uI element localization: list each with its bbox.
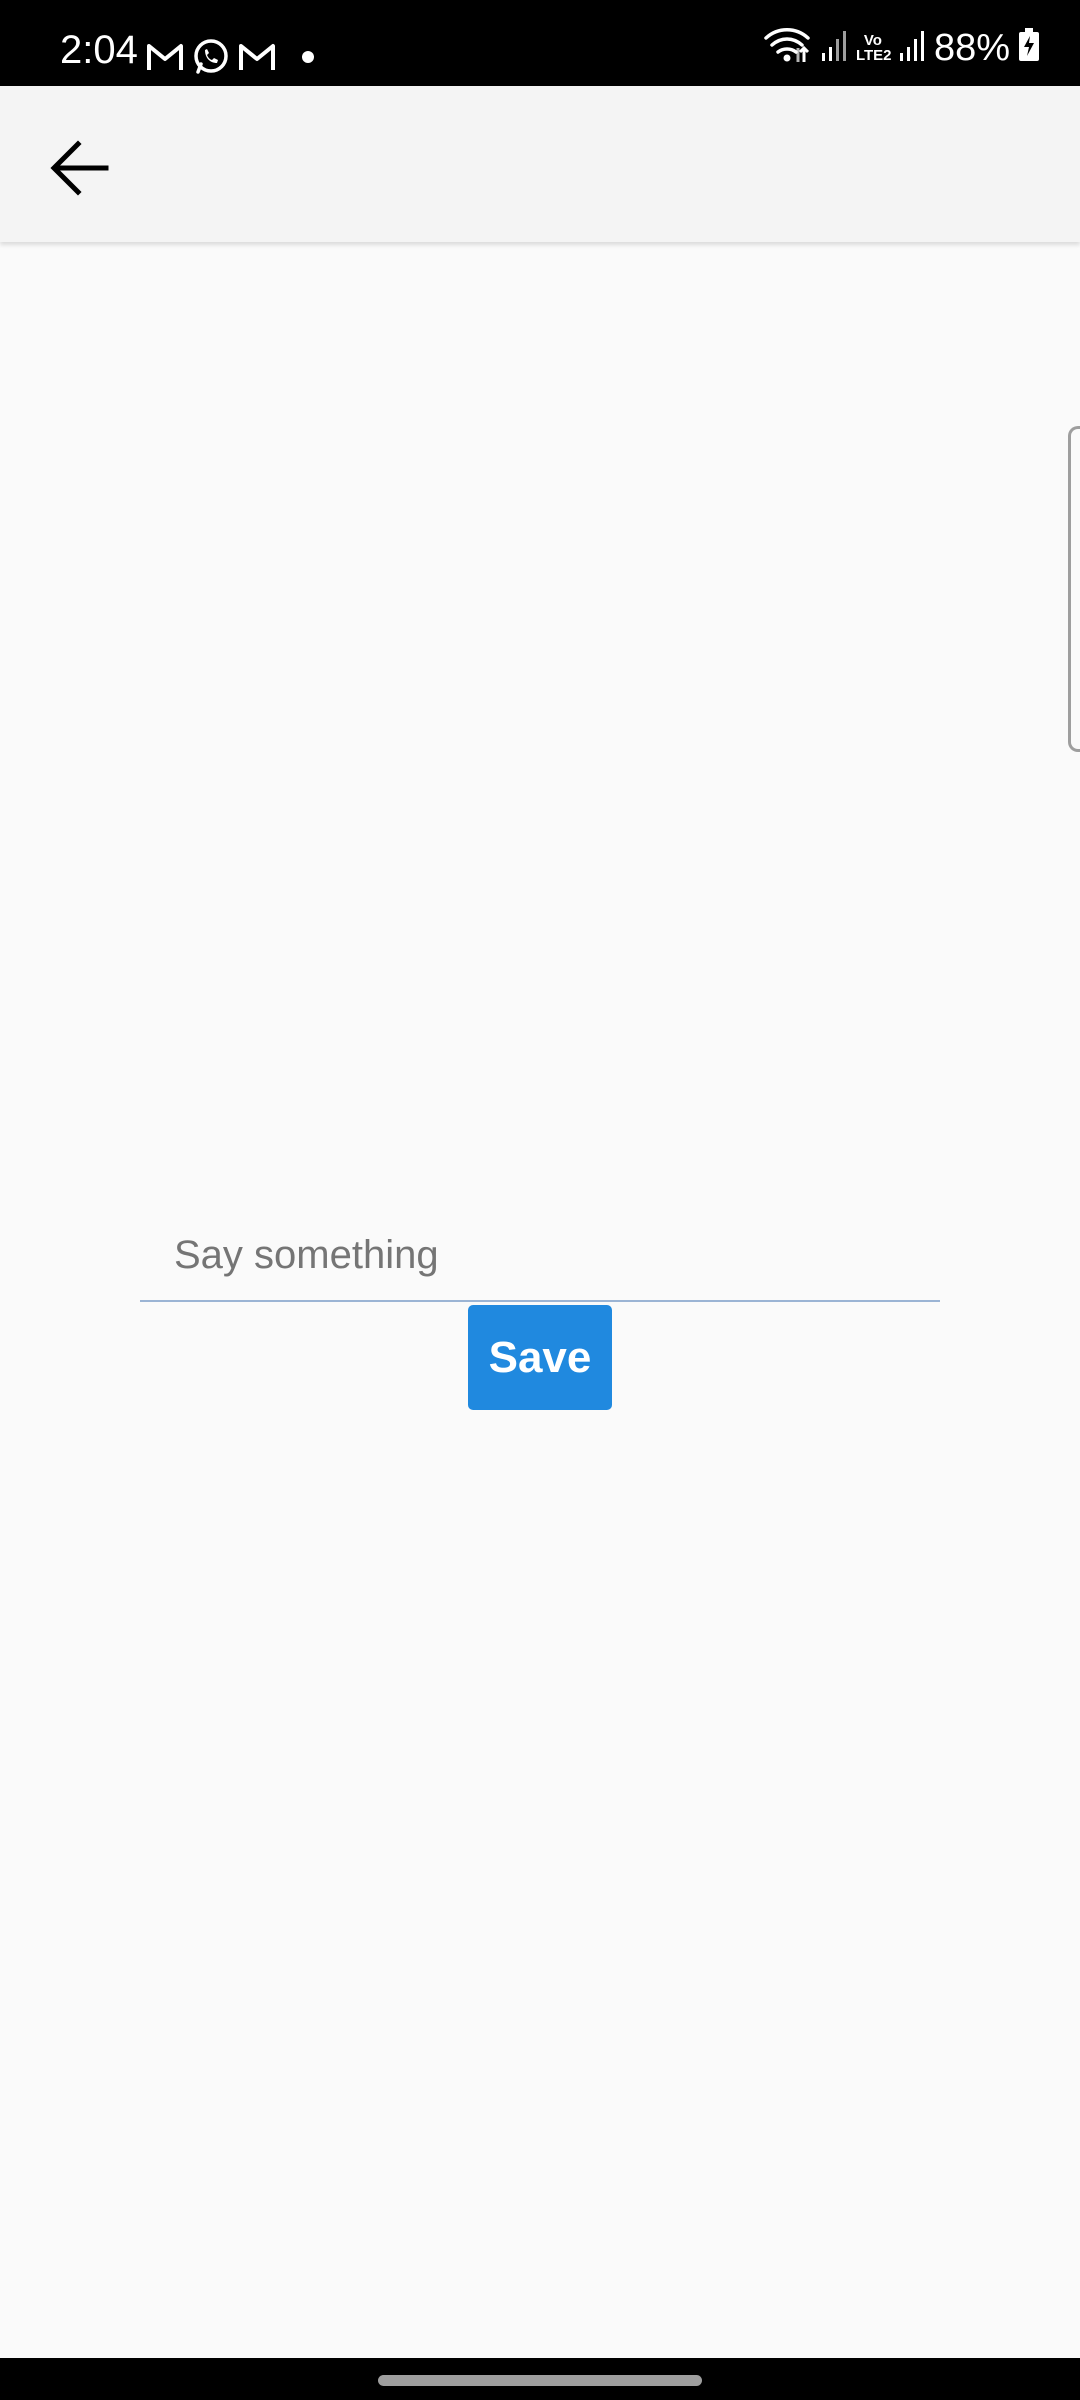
navigation-bar: [0, 2358, 1080, 2400]
signal-icon: [820, 29, 848, 66]
whatsapp-icon: [192, 38, 230, 76]
signal-icon: [898, 29, 926, 66]
save-button[interactable]: Save: [468, 1305, 612, 1410]
notification-icons: [146, 38, 314, 76]
battery-percent: 88%: [933, 26, 1010, 69]
gmail-icon: [238, 42, 276, 72]
status-bar: 2:04 Vo LTE2 88%: [0, 0, 1080, 86]
wifi-icon: [764, 26, 812, 69]
say-something-input[interactable]: [140, 1210, 940, 1300]
say-something-field: [140, 1210, 940, 1302]
arrow-left-icon: [50, 139, 110, 201]
volte-icon: Vo LTE2: [855, 31, 892, 64]
screen: 2:04 Vo LTE2 88% Say something Save: [0, 0, 1080, 2400]
app-bar: [0, 86, 1080, 242]
edge-panel-handle[interactable]: [1068, 426, 1080, 752]
home-indicator[interactable]: [378, 2375, 702, 2386]
system-icons: Vo LTE2 88%: [764, 26, 1040, 69]
status-time: 2:04: [60, 28, 138, 72]
back-button[interactable]: [40, 130, 120, 210]
gmail-icon: [146, 42, 184, 72]
dot-icon: [302, 51, 314, 63]
battery-charging-icon: [1018, 28, 1040, 67]
